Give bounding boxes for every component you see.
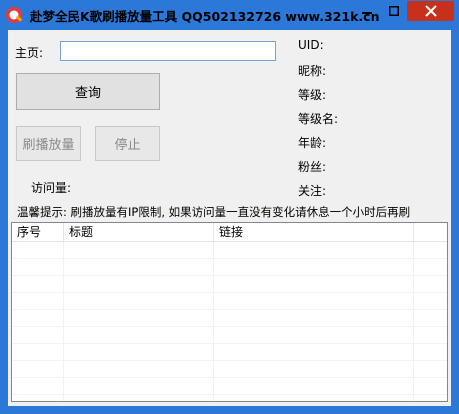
maximize-button[interactable]: [380, 1, 407, 21]
grid-line: [12, 275, 447, 276]
grid-line: [12, 292, 447, 293]
homepage-input[interactable]: [60, 41, 276, 61]
window-title: 赴梦全民K歌刷播放量工具 QQ502132726 www.321k.cn: [30, 9, 380, 24]
minimize-icon: [361, 12, 372, 14]
column-header-link[interactable]: 链接: [214, 223, 414, 241]
age-label: 年龄:: [298, 136, 327, 150]
grid-line: [12, 258, 447, 259]
results-table[interactable]: 序号 标题 链接: [11, 222, 448, 402]
close-button[interactable]: [407, 1, 454, 21]
app-logo-icon: [6, 7, 23, 23]
grid-line: [12, 360, 447, 361]
uid-label: UID:: [298, 38, 324, 52]
stop-button[interactable]: 停止: [95, 126, 160, 161]
grid-line: [12, 343, 447, 344]
title-bar[interactable]: 赴梦全民K歌刷播放量工具 QQ502132726 www.321k.cn: [0, 0, 459, 30]
column-header-title[interactable]: 标题: [64, 223, 214, 241]
app-window: 赴梦全民K歌刷播放量工具 QQ502132726 www.321k.cn 主页:…: [0, 0, 459, 414]
grid-line: [12, 394, 447, 395]
table-header: 序号 标题 链接: [12, 223, 447, 242]
grid-line: [12, 309, 447, 310]
follow-label: 关注:: [298, 184, 327, 198]
table-body: [12, 242, 447, 401]
nickname-label: 昵称:: [298, 64, 327, 78]
minimize-button[interactable]: [353, 1, 380, 21]
column-header-index[interactable]: 序号: [12, 223, 64, 241]
grid-line: [12, 326, 447, 327]
close-icon: [424, 5, 437, 17]
homepage-label: 主页:: [15, 46, 44, 60]
level-name-label: 等级名:: [298, 112, 339, 126]
visits-label: 访问量:: [31, 181, 72, 195]
level-label: 等级:: [298, 88, 327, 102]
query-button[interactable]: 查询: [16, 73, 160, 110]
maximize-icon: [388, 6, 399, 16]
grid-line: [12, 377, 447, 378]
fans-label: 粉丝:: [298, 160, 327, 174]
client-area: 主页: 查询 刷播放量 停止 访问量: UID: 昵称: 等级: 等级名: 年龄…: [8, 30, 451, 406]
brush-plays-button[interactable]: 刷播放量: [16, 126, 81, 161]
tip-text: 温馨提示: 刷播放量有IP限制, 如果访问量一直没有变化请休息一个小时后再刷: [17, 205, 411, 219]
